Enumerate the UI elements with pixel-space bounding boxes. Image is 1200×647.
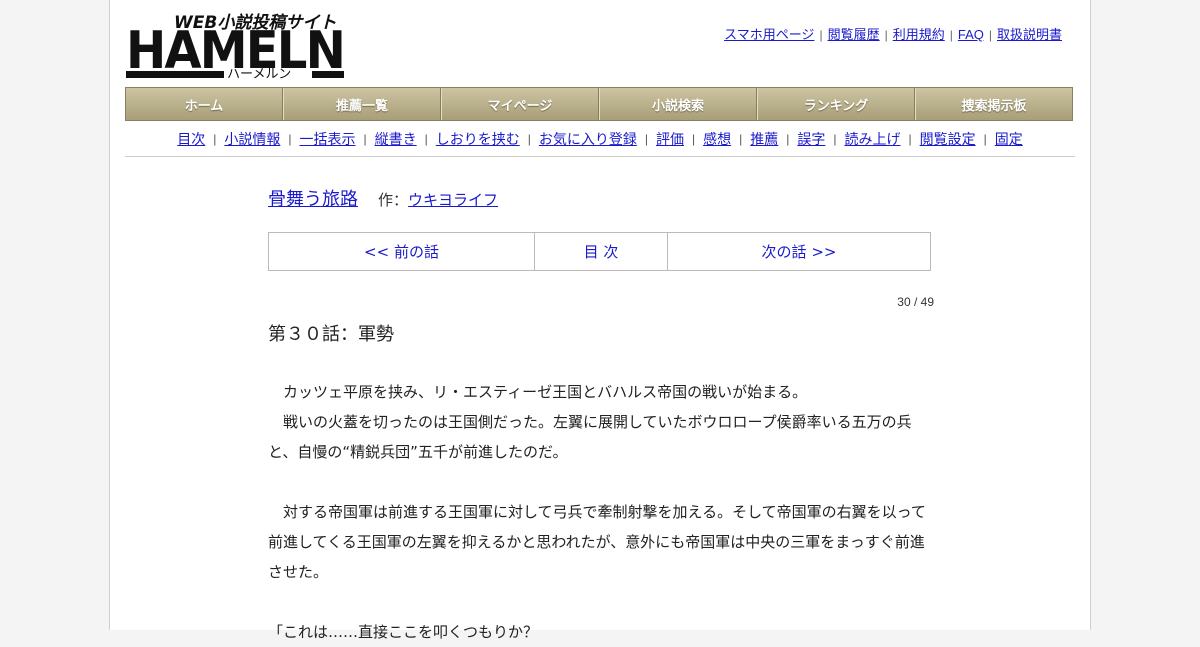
subnav-pin[interactable]: 固定 [995,129,1023,149]
next-episode-link[interactable]: 次の話 >> [668,233,930,270]
toplink-smartphone[interactable]: スマホ用ページ [724,27,814,42]
episode-nav: << 前の話 目 次 次の話 >> [268,232,931,271]
novel-title-link[interactable]: 骨舞う旅路 [268,189,358,210]
subnav-review[interactable]: 感想 [703,129,731,149]
nav-home[interactable]: ホーム [126,88,283,120]
sub-nav: 目次 | 小説情報 | 一括表示 | 縦書き | しおりを挟む | お気に入り登録 | 評価… [125,122,1075,157]
paragraph [268,587,934,617]
subnav-novel-info[interactable]: 小説情報 [224,129,280,149]
subnav-read-aloud[interactable]: 読み上げ [845,129,901,149]
subnav-bookmark[interactable]: しおりを挟む [436,129,520,149]
toc-link[interactable]: 目 次 [535,233,668,270]
subnav-toc[interactable]: 目次 [177,129,205,149]
subnav-show-all[interactable]: 一括表示 [300,129,356,149]
paragraph: 「これは……直接ここを叩くつもりか？ [268,623,539,641]
page-container: WEB小説投稿サイト HAMELN ハーメルン スマホ用ページ | 閲覧履歴 | 利用規… [109,0,1091,641]
nav-mypage[interactable]: マイページ [441,88,599,120]
chapter-body: カッツェ平原を挟み、リ・エスティーゼ王国とバハルス帝国の戦いが始まる。 戦いの火… [268,377,934,647]
nav-search-board[interactable]: 捜索掲示板 [915,88,1072,120]
hameln-logo-icon: WEB小説投稿サイト HAMELN ハーメルン [126,13,346,80]
toplink-history[interactable]: 閲覧履歴 [828,27,880,42]
paragraph: カッツェ平原を挟み、リ・エスティーゼ王国とバハルス帝国の戦いが始まる。 [283,383,808,401]
author-prefix: 作： [378,191,409,209]
prev-episode-link[interactable]: << 前の話 [269,233,535,270]
paragraph [268,467,934,497]
subnav-recommend[interactable]: 推薦 [750,129,778,149]
subnav-rating[interactable]: 評価 [656,129,684,149]
top-links: スマホ用ページ | 閲覧履歴 | 利用規約 | FAQ | 取扱説明書 [724,27,1062,42]
nav-recommend-list[interactable]: 推薦一覧 [283,88,441,120]
toplink-faq[interactable]: FAQ [958,27,984,42]
toplink-manual[interactable]: 取扱説明書 [997,27,1062,42]
paragraph: 戦いの火蓋を切ったのは王国側だった。左翼に展開していたボウロロープ侯爵率いる五万… [268,413,912,461]
chapter-title: 第３０話：軍勢 [268,324,394,345]
novel-header: 骨舞う旅路 作：ウキヨライフ [268,185,498,211]
nav-novel-search[interactable]: 小説検索 [599,88,757,120]
site-logo[interactable]: WEB小説投稿サイト HAMELN ハーメルン [126,10,346,80]
paragraph: 対する帝国軍は前進する王国軍に対して弓兵で牽制射撃を加える。そして帝国軍の右翼を… [268,503,926,581]
nav-ranking[interactable]: ランキング [757,88,915,120]
logo-kana: ハーメルン [227,67,291,80]
toplink-terms[interactable]: 利用規約 [893,27,945,42]
main-nav: ホーム 推薦一覧 マイページ 小説検索 ランキング 捜索掲示板 [125,87,1073,121]
subnav-typo[interactable]: 誤字 [797,129,825,149]
subnav-view-settings[interactable]: 閲覧設定 [920,129,976,149]
episode-counter: 30 / 49 [897,295,934,309]
author-link[interactable]: ウキヨライフ [408,191,498,209]
subnav-favorite[interactable]: お気に入り登録 [539,129,637,149]
subnav-vertical[interactable]: 縦書き [375,129,417,149]
